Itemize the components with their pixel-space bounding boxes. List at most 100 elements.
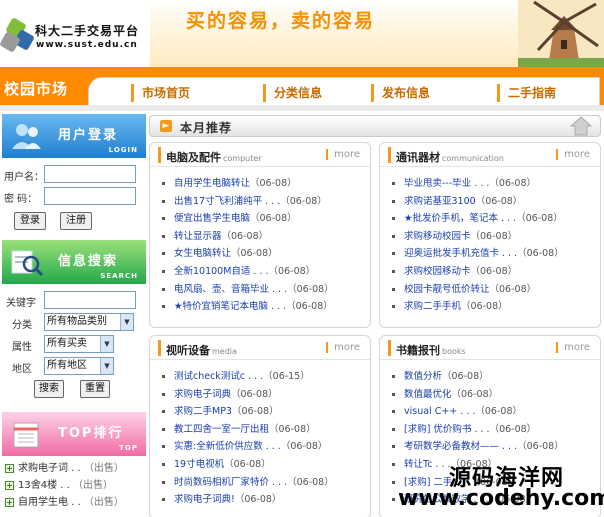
- list-item[interactable]: 数值最优化（06-08）: [392, 386, 596, 404]
- login-title: 用户登录: [58, 128, 119, 143]
- item-title[interactable]: 电风扇、壶、音箱毕业 . . .: [174, 284, 287, 295]
- item-date: （06-08）: [475, 406, 522, 418]
- item-title[interactable]: 出售17寸飞利浦纯平 . . .: [174, 196, 280, 207]
- item-title[interactable]: 校园卡靓号低价转让: [404, 284, 490, 295]
- region-label: 地区: [12, 364, 32, 375]
- list-item[interactable]: 求购电子词典!（06-08）: [162, 491, 366, 509]
- list-item[interactable]: 全新10100M自适 . . .（06-08）: [162, 263, 366, 281]
- list-item[interactable]: 转让显示器（06-08）: [162, 228, 366, 246]
- item-title[interactable]: ★批发价手机，笔记本 . . .: [404, 213, 516, 224]
- item-title[interactable]: 便宜出售学生电脑: [174, 213, 250, 224]
- category-select[interactable]: 所有物品类别 ▼: [44, 313, 134, 331]
- item-title[interactable]: 毕业甩卖---毕业 . . .: [404, 178, 489, 189]
- top-list-item[interactable]: + 自用学生电 . . （出售）: [0, 494, 148, 511]
- list-item[interactable]: ★批发价手机，笔记本 . . .（06-08）: [392, 210, 596, 228]
- item-title[interactable]: 求购诺基亚3100: [404, 196, 476, 207]
- chevron-down-icon[interactable]: ▼: [100, 336, 113, 352]
- list-item[interactable]: 实惠:全新低价供应数 . . .（06-08）: [162, 438, 366, 456]
- top-list-item[interactable]: + 求购电子词 . . （出售）: [0, 460, 148, 477]
- item-title[interactable]: 转让显示器: [174, 231, 222, 242]
- item-title[interactable]: 求购移动校园卡: [404, 231, 471, 242]
- item-title[interactable]: 转让Tc . . .: [404, 459, 451, 470]
- search-subtitle: SEARCH: [100, 272, 138, 280]
- item-title[interactable]: 时尚数码相机厂家特价 . . .: [174, 477, 287, 488]
- register-button[interactable]: 注册: [60, 212, 92, 230]
- list-item[interactable]: 19寸电视机（06-08）: [162, 456, 366, 474]
- bullet-icon: [392, 199, 395, 203]
- market-label: 校园市场: [4, 80, 69, 98]
- top-list-item[interactable]: + 13舍4楼 . . （出售）: [0, 477, 148, 494]
- list-item[interactable]: 女生电脑转让（06-08）: [162, 245, 366, 263]
- password-label: 密 码：: [4, 194, 38, 205]
- tab-home[interactable]: 市场首页: [131, 84, 190, 102]
- panel-title: 视听设备 media: [166, 342, 237, 358]
- item-title[interactable]: 迎奥运批发手机充值卡 . . .: [404, 248, 517, 259]
- item-title[interactable]: 求购二手MP3: [174, 406, 232, 417]
- item-title[interactable]: 考研数学必备教材—— . . .: [404, 441, 517, 452]
- more-link[interactable]: more: [556, 149, 590, 160]
- item-title[interactable]: 自用学生电脑转让: [174, 178, 250, 189]
- item-title[interactable]: 求购校园移动卡: [404, 266, 471, 277]
- item-title[interactable]: 数值分析: [404, 371, 442, 382]
- list-item[interactable]: 求购二手手机（06-08）: [392, 298, 596, 316]
- more-link[interactable]: more: [556, 342, 590, 353]
- main-content: ► 本月推荐 电脑及配件 computer more 自用学生电脑转让（06-08…: [149, 111, 604, 517]
- search-button[interactable]: 搜索: [34, 380, 64, 398]
- chevron-down-icon[interactable]: ▼: [100, 358, 113, 374]
- item-title[interactable]: [求购] 优价购书 . . .: [404, 424, 490, 435]
- list-item[interactable]: ★特价宜销笔记本电脑 . . .（06-08）: [162, 298, 366, 316]
- more-link[interactable]: more: [326, 342, 360, 353]
- list-item[interactable]: 时尚数码相机厂家特价 . . .（06-08）: [162, 474, 366, 492]
- list-item[interactable]: visual C++ . . .（06-08）: [392, 403, 596, 421]
- login-button[interactable]: 登录: [14, 212, 46, 230]
- list-item[interactable]: 电风扇、壶、音箱毕业 . . .（06-08）: [162, 281, 366, 299]
- attribute-select[interactable]: 所有买卖 ▼: [44, 335, 114, 353]
- item-title[interactable]: 测试check测试c . . .: [174, 371, 263, 382]
- item-title[interactable]: 19寸电视机: [174, 459, 224, 470]
- list-item[interactable]: [求购] 优价购书 . . .（06-08）: [392, 421, 596, 439]
- list-item[interactable]: 测试check测试c . . .（06-15）: [162, 368, 366, 386]
- panel-title-text: 电脑及配件: [166, 151, 221, 164]
- search-header: 信息搜索 SEARCH: [2, 240, 146, 284]
- reset-button[interactable]: 重置: [80, 380, 110, 398]
- username-input[interactable]: [44, 165, 136, 183]
- list-item[interactable]: 求购校园移动卡（06-08）: [392, 263, 596, 281]
- list-item[interactable]: 求购电子词典（06-08）: [162, 386, 366, 404]
- item-title[interactable]: 求购电子词典: [174, 389, 231, 400]
- list-item[interactable]: 考研数学必备教材—— . . .（06-08）: [392, 438, 596, 456]
- list-item[interactable]: 数值分析（06-08）: [392, 368, 596, 386]
- panel-media: 视听设备 media more 测试check测试c . . .（06-15） 求…: [149, 335, 371, 517]
- panel-title: 书籍报刊 books: [396, 342, 466, 358]
- item-title[interactable]: 数值最优化: [404, 389, 452, 400]
- tab-guide[interactable]: 二手指南: [497, 84, 556, 102]
- list-item[interactable]: 教工四舍一室一厅出租（06-08）: [162, 421, 366, 439]
- list-item[interactable]: 自用学生电脑转让（06-08）: [162, 175, 366, 193]
- list-item[interactable]: 校园卡靓号低价转让（06-08）: [392, 281, 596, 299]
- item-title[interactable]: visual C++ . . .: [404, 406, 475, 417]
- list-item[interactable]: 迎奥运批发手机充值卡 . . .（06-08）: [392, 245, 596, 263]
- item-title[interactable]: 全新10100M自适 . . .: [174, 266, 269, 277]
- item-title[interactable]: 求购二手手机: [404, 301, 461, 312]
- home-icon[interactable]: [570, 115, 592, 137]
- list-item[interactable]: 求购诺基亚3100（06-08）: [392, 193, 596, 211]
- keyword-input[interactable]: [44, 291, 136, 309]
- list-item[interactable]: 毕业甩卖---毕业 . . .（06-08）: [392, 175, 596, 193]
- tab-publish[interactable]: 发布信息: [371, 84, 430, 102]
- item-title[interactable]: ★特价宜销笔记本电脑 . . .: [174, 301, 286, 312]
- list-item[interactable]: 求购移动校园卡（06-08）: [392, 228, 596, 246]
- item-title[interactable]: 实惠:全新低价供应数 . . .: [174, 441, 281, 452]
- bullet-icon: [162, 199, 165, 203]
- tab-categories[interactable]: 分类信息: [263, 84, 322, 102]
- item-title[interactable]: 女生电脑转让: [174, 248, 231, 259]
- region-select[interactable]: 所有地区 ▼: [44, 357, 114, 375]
- site-logo[interactable]: 科大二手交易平台 www.sust.edu.cn: [0, 14, 152, 54]
- chevron-down-icon[interactable]: ▼: [120, 314, 133, 330]
- list-item[interactable]: 便宜出售学生电脑（06-08）: [162, 210, 366, 228]
- list-item[interactable]: 求购二手MP3（06-08）: [162, 403, 366, 421]
- item-title[interactable]: 求购电子词典!: [174, 494, 235, 505]
- item-title[interactable]: 教工四舍一室一厅出租: [174, 424, 269, 435]
- slogan: 买的容易，卖的容易: [186, 10, 376, 32]
- password-input[interactable]: [44, 187, 136, 205]
- list-item[interactable]: 出售17寸飞利浦纯平 . . .（06-08）: [162, 193, 366, 211]
- more-link[interactable]: more: [326, 149, 360, 160]
